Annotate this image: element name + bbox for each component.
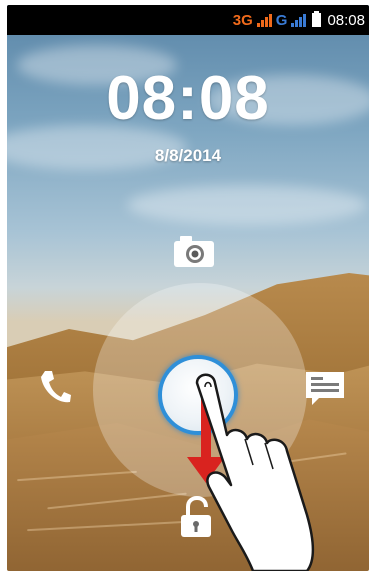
camera-target[interactable] [172, 233, 216, 269]
phone-target[interactable] [37, 367, 73, 407]
network-g-label: G [275, 11, 288, 29]
hand-pointer-icon [195, 373, 315, 571]
lockscreen-date: 8/8/2014 [154, 146, 222, 165]
lockscreen-clock: 08:08 [106, 64, 270, 133]
phone-icon [41, 371, 71, 403]
lock-screen: 3G G 08:08 08:08 8/8/2014 [7, 5, 369, 571]
signal-bars-icon [291, 13, 307, 27]
battery-icon [312, 11, 322, 27]
status-bar: 3G G 08:08 [7, 5, 369, 35]
status-time: 08:08 [327, 11, 365, 29]
signal-bars-icon [256, 13, 272, 27]
network-3g-label: 3G [232, 11, 253, 29]
swipe-gesture-illustration [187, 373, 315, 571]
camera-icon [174, 236, 214, 267]
